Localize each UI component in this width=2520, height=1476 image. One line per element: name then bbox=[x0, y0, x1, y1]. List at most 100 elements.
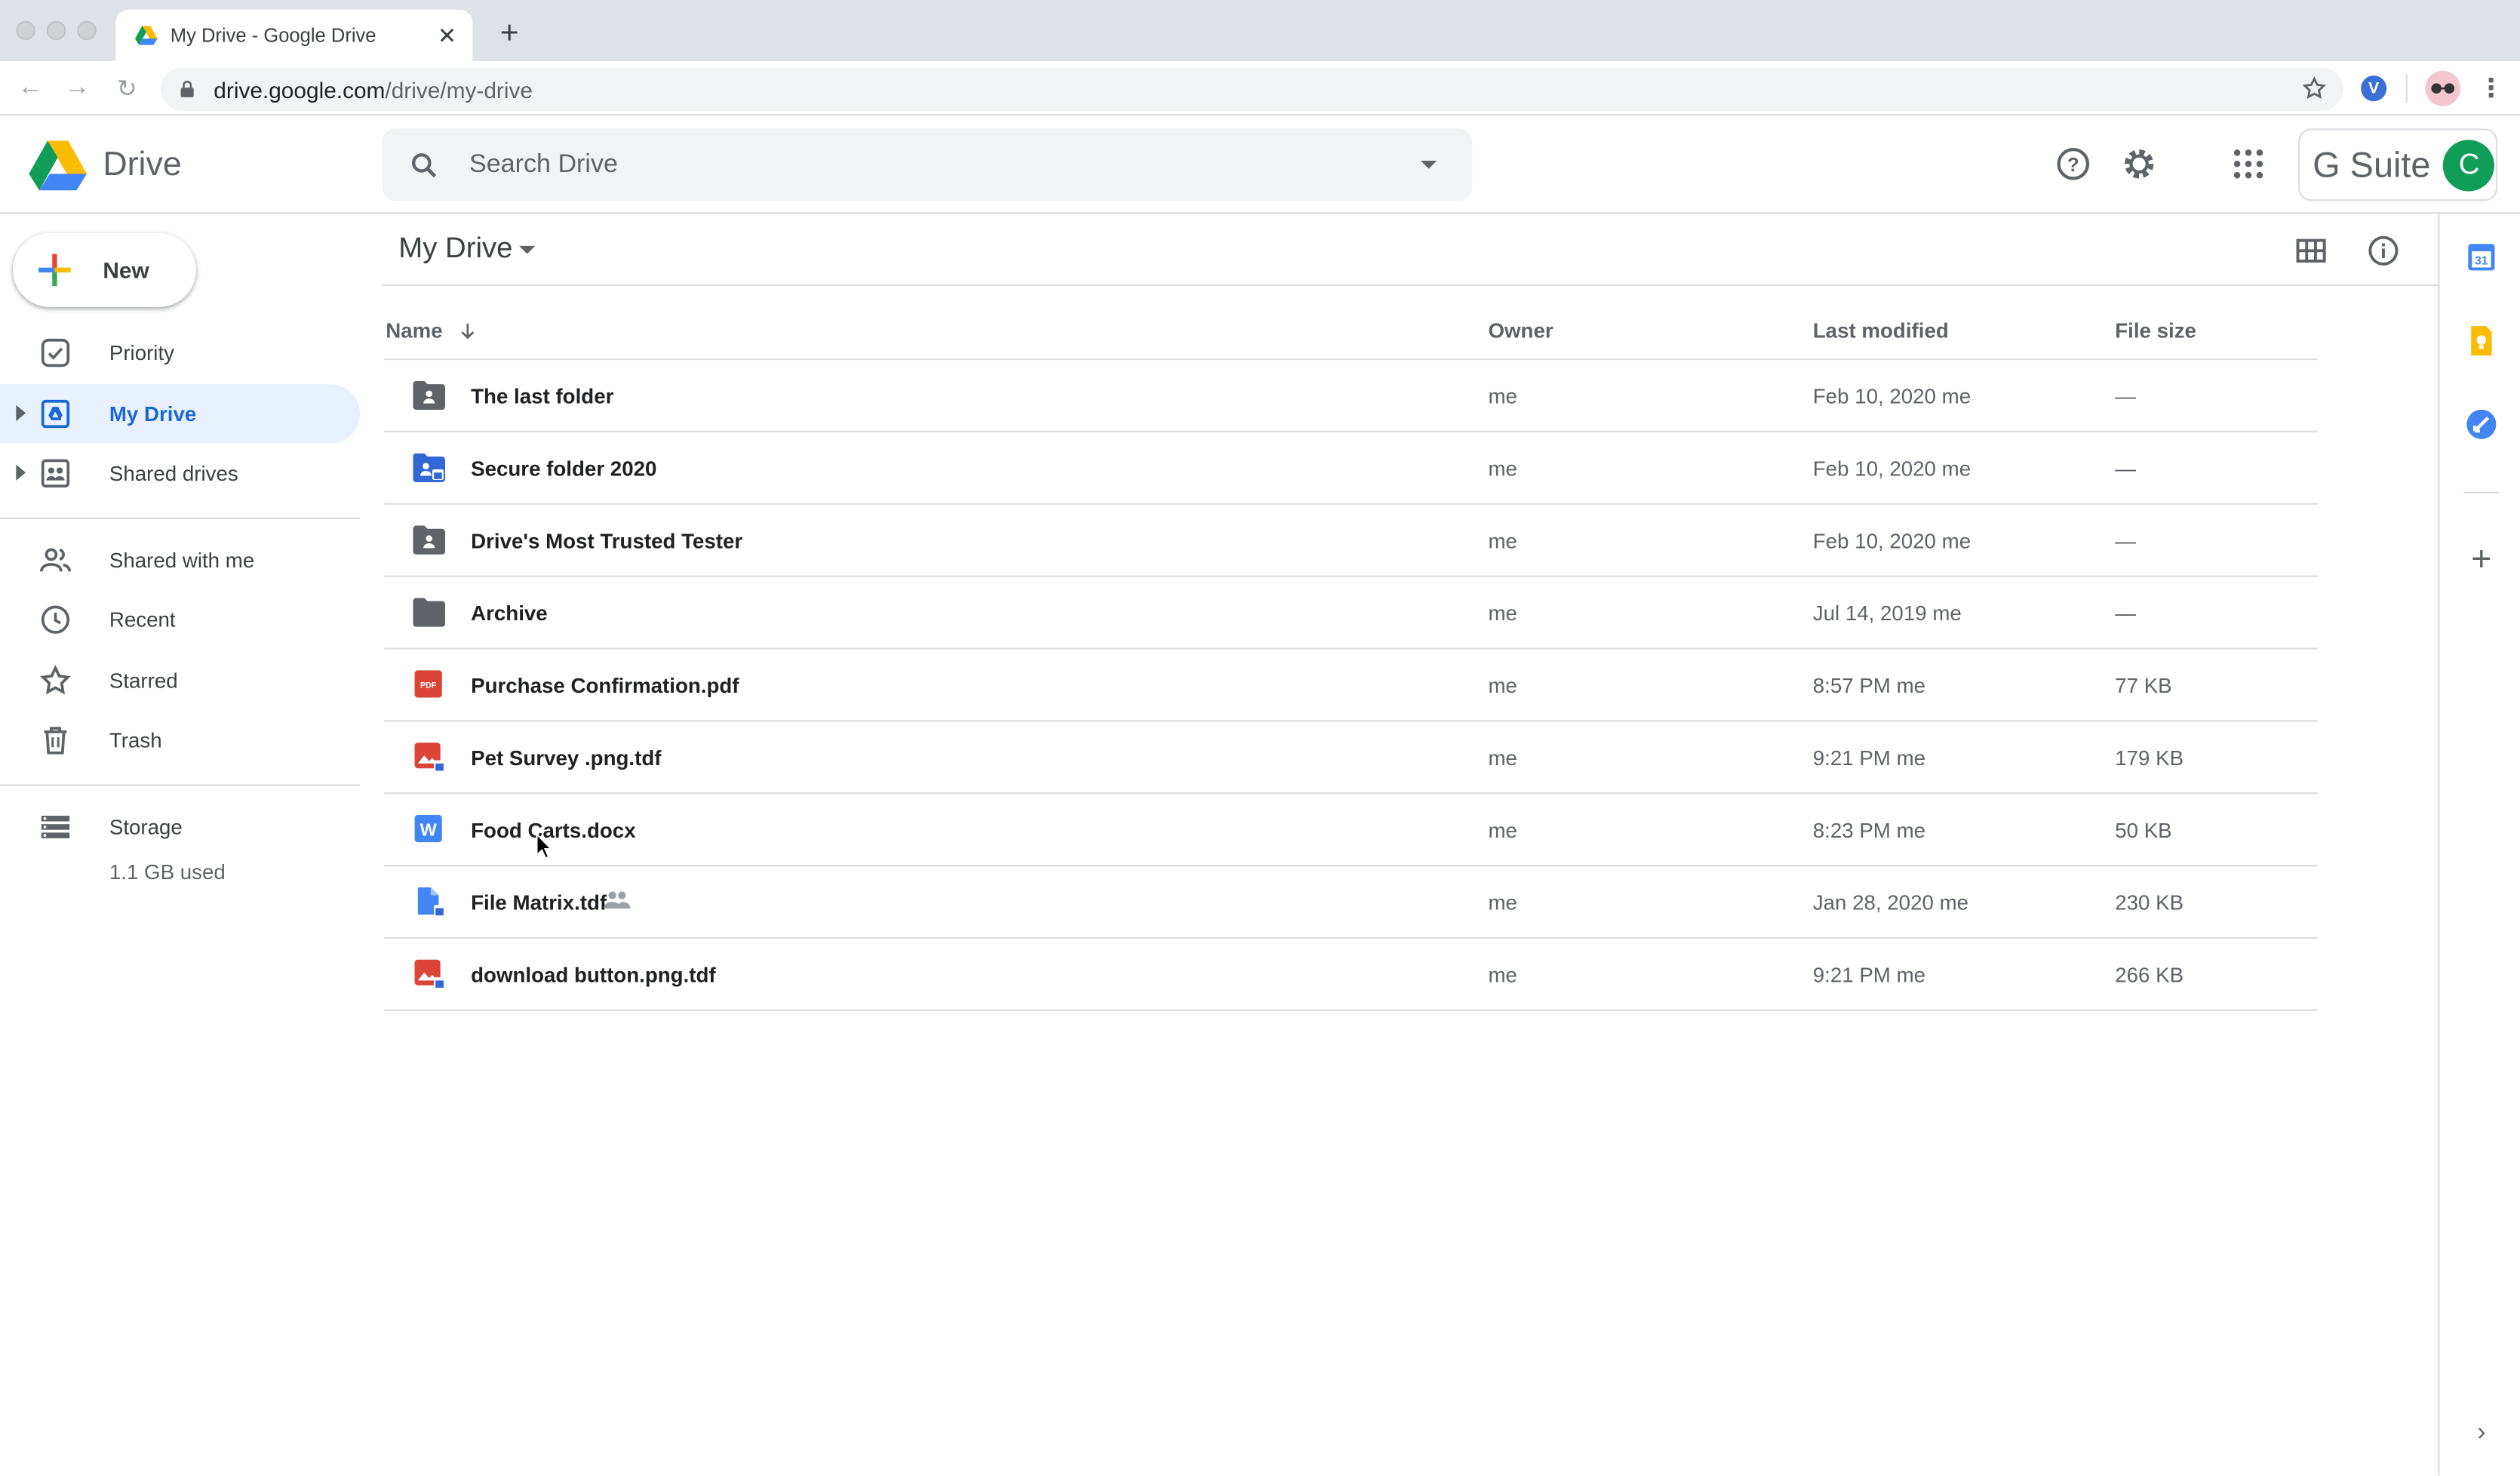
sidebar-item-my-drive[interactable]: My Drive bbox=[0, 384, 361, 444]
mouse-cursor-icon bbox=[536, 832, 554, 859]
url-host: drive.google.com bbox=[214, 76, 386, 103]
avatar[interactable]: C bbox=[2443, 139, 2495, 191]
calendar-icon[interactable]: 31 bbox=[2463, 239, 2499, 275]
table-row[interactable]: W Food Carts.docx me 8:23 PM me 50 KB bbox=[384, 794, 2318, 867]
sidebar-divider bbox=[0, 784, 361, 786]
reload-icon[interactable]: ↻ bbox=[109, 71, 145, 106]
drive-logo[interactable]: Drive bbox=[29, 138, 182, 192]
table-row[interactable]: File Matrix.tdf me Jan 28, 2020 me 230 K… bbox=[384, 866, 2318, 939]
extension-icon[interactable]: V bbox=[2361, 75, 2387, 102]
help-icon[interactable]: ? bbox=[2054, 145, 2092, 183]
address-bar[interactable]: drive.google.com/drive/my-drive bbox=[161, 67, 2343, 111]
window-zoom-button[interactable] bbox=[77, 20, 97, 41]
gear-icon[interactable] bbox=[2120, 145, 2159, 183]
folder-icon bbox=[413, 598, 446, 627]
file-size: 179 KB bbox=[2115, 746, 2184, 770]
file-name: download button.png.tdf bbox=[471, 962, 716, 987]
app-name: Drive bbox=[103, 146, 182, 183]
file-last-modified: Feb 10, 2020 me bbox=[1812, 528, 1971, 553]
table-row[interactable]: The last folder me Feb 10, 2020 me — bbox=[384, 360, 2318, 432]
search-input[interactable] bbox=[469, 150, 1369, 180]
expand-caret-icon[interactable] bbox=[16, 464, 26, 481]
priority-icon bbox=[41, 338, 70, 367]
account-switcher[interactable]: G Suite C bbox=[2298, 128, 2498, 201]
tab-close-icon[interactable]: ✕ bbox=[438, 22, 456, 49]
search-icon[interactable] bbox=[408, 149, 441, 181]
grid-view-icon[interactable] bbox=[2294, 233, 2329, 269]
info-icon[interactable] bbox=[2366, 233, 2402, 269]
sidebar-item-trash[interactable]: Trash bbox=[0, 711, 360, 770]
table-row[interactable]: PDF Purchase Confirmation.pdf me 8:57 PM… bbox=[384, 650, 2318, 722]
column-header-name[interactable]: Name bbox=[386, 318, 479, 343]
new-tab-button[interactable]: + bbox=[492, 15, 527, 51]
file-size: — bbox=[2115, 384, 2136, 409]
column-header-file-size[interactable]: File size bbox=[2115, 318, 2196, 343]
table-row[interactable]: Drive's Most Trusted Tester me Feb 10, 2… bbox=[384, 505, 2318, 577]
browser-menu-icon[interactable]: ⋮ bbox=[2476, 71, 2505, 106]
drive-logo-icon bbox=[29, 140, 88, 191]
sidebar-item-shared-drives[interactable]: Shared drives bbox=[0, 444, 360, 503]
expand-caret-icon[interactable] bbox=[16, 404, 26, 422]
column-header-last-modified[interactable]: Last modified bbox=[1813, 318, 1949, 343]
file-size: 50 KB bbox=[2115, 818, 2172, 843]
svg-text:31: 31 bbox=[2475, 255, 2488, 268]
sidebar-item-priority[interactable]: Priority bbox=[0, 323, 360, 383]
column-header-label: Name bbox=[386, 318, 443, 343]
browser-tab[interactable]: My Drive - Google Drive ✕ bbox=[115, 9, 473, 61]
column-header-owner[interactable]: Owner bbox=[1488, 318, 1553, 343]
side-panel bbox=[2438, 214, 2520, 1476]
gsuite-label: G Suite bbox=[2313, 143, 2431, 184]
bookmark-star-icon[interactable] bbox=[2301, 75, 2327, 101]
table-row[interactable]: Pet Survey .png.tdf me 9:21 PM me 179 KB bbox=[384, 721, 2318, 795]
new-button[interactable]: New bbox=[13, 232, 196, 307]
file-size: — bbox=[2115, 456, 2136, 481]
storage-used-text: 1.1 GB used bbox=[109, 859, 226, 884]
sidebar-item-label: Starred bbox=[109, 669, 178, 693]
file-owner: me bbox=[1488, 890, 1517, 915]
window-close-button[interactable] bbox=[16, 20, 35, 41]
sidebar-item-starred[interactable]: Starred bbox=[0, 651, 360, 711]
lock-icon bbox=[180, 81, 194, 97]
sidebar-item-shared-with-me[interactable]: Shared with me bbox=[0, 530, 360, 590]
sidebar-item-storage[interactable]: Storage bbox=[0, 798, 360, 857]
tasks-icon[interactable] bbox=[2463, 407, 2499, 442]
page-title[interactable]: My Drive bbox=[398, 232, 512, 266]
add-addon-plus-icon[interactable]: + bbox=[2463, 539, 2499, 579]
expand-panel-chevron-icon[interactable]: › bbox=[2463, 1416, 2499, 1452]
storage-icon bbox=[41, 816, 70, 838]
trash-icon bbox=[44, 727, 67, 755]
forward-arrow-icon[interactable]: → bbox=[60, 71, 95, 106]
sidebar-item-recent[interactable]: Recent bbox=[0, 590, 360, 650]
table-row[interactable]: Archive me Jul 14, 2019 me — bbox=[384, 577, 2318, 650]
sidebar-item-label: Storage bbox=[109, 814, 183, 839]
keep-icon[interactable] bbox=[2463, 323, 2499, 358]
shared-folder-icon bbox=[413, 525, 446, 555]
apps-grid-icon[interactable] bbox=[2229, 145, 2267, 183]
title-dropdown-icon[interactable] bbox=[519, 245, 536, 254]
sidebar-item-label: My Drive bbox=[109, 401, 197, 426]
main-title-row bbox=[382, 214, 2440, 287]
search-bar[interactable] bbox=[382, 128, 1473, 201]
window-minimize-button[interactable] bbox=[46, 20, 66, 41]
sidebar-item-label: Priority bbox=[109, 340, 175, 365]
table-row[interactable]: download button.png.tdf me 9:21 PM me 26… bbox=[384, 939, 2318, 1011]
secure-image-file-icon bbox=[414, 959, 446, 989]
table-row[interactable]: Secure folder 2020 me Feb 10, 2020 me — bbox=[384, 432, 2318, 505]
sort-arrow-down-icon[interactable] bbox=[457, 319, 480, 342]
clock-icon bbox=[41, 605, 70, 634]
profile-avatar-icon[interactable] bbox=[2425, 70, 2461, 106]
file-owner: me bbox=[1488, 673, 1517, 698]
svg-text:W: W bbox=[420, 820, 438, 840]
file-name: Purchase Confirmation.pdf bbox=[471, 673, 739, 698]
back-arrow-icon[interactable]: ← bbox=[13, 71, 48, 106]
file-last-modified: 9:21 PM me bbox=[1812, 962, 1926, 987]
file-size: 266 KB bbox=[2115, 962, 2184, 987]
svg-text:?: ? bbox=[2067, 155, 2079, 176]
file-name: File Matrix.tdf bbox=[471, 890, 607, 915]
shared-people-icon bbox=[604, 891, 631, 909]
search-options-dropdown-icon[interactable] bbox=[1421, 161, 1437, 169]
file-owner: me bbox=[1488, 528, 1517, 553]
my-drive-icon bbox=[41, 399, 70, 429]
pdf-file-icon: PDF bbox=[414, 670, 442, 698]
file-owner: me bbox=[1488, 962, 1517, 987]
